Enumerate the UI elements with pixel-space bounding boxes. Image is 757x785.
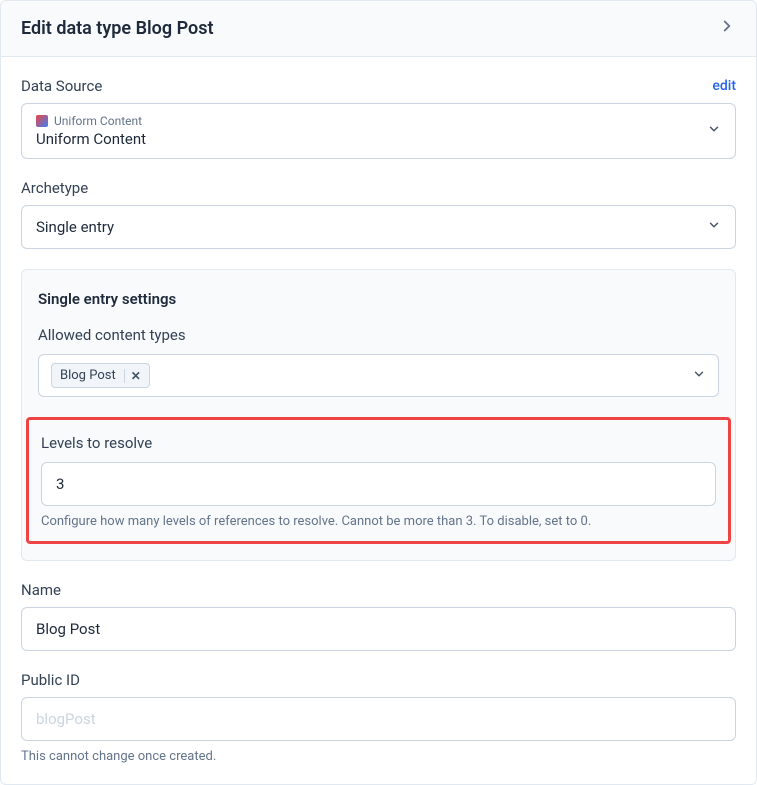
public-id-field: Public ID This cannot change once create… — [21, 671, 736, 764]
data-source-select[interactable]: Uniform Content Uniform Content — [21, 103, 736, 159]
name-field: Name — [21, 581, 736, 651]
data-source-provider: Uniform Content — [54, 114, 142, 128]
tag-remove-icon[interactable]: ✕ — [124, 369, 141, 383]
archetype-field: Archetype Single entry — [21, 179, 736, 249]
archetype-select[interactable]: Single entry — [21, 205, 736, 249]
chevron-down-icon — [692, 367, 706, 385]
tag-label: Blog Post — [60, 368, 116, 383]
allowed-types-label: Allowed content types — [38, 326, 719, 344]
data-source-label: Data Source — [21, 77, 102, 95]
name-label: Name — [21, 581, 61, 599]
public-id-label: Public ID — [21, 671, 80, 689]
uniform-icon — [36, 115, 48, 127]
public-id-help-text: This cannot change once created. — [21, 749, 736, 764]
levels-to-resolve-highlight: Levels to resolve Configure how many lev… — [26, 417, 731, 544]
levels-input[interactable] — [41, 462, 716, 506]
settings-title: Single entry settings — [38, 290, 719, 308]
allowed-types-select[interactable]: Blog Post ✕ — [38, 354, 719, 397]
panel-header: Edit data type Blog Post — [1, 1, 756, 57]
chevron-down-icon — [707, 218, 721, 236]
levels-label: Levels to resolve — [41, 434, 716, 452]
data-source-value: Uniform Content — [36, 130, 146, 148]
levels-help-text: Configure how many levels of references … — [41, 514, 716, 529]
name-input[interactable] — [21, 607, 736, 651]
panel-title: Edit data type Blog Post — [21, 18, 214, 39]
chevron-down-icon — [707, 122, 721, 140]
public-id-input[interactable] — [21, 697, 736, 741]
data-source-field: Data Source edit Uniform Content Uniform… — [21, 77, 736, 159]
archetype-value: Single entry — [36, 218, 114, 236]
chevron-right-icon[interactable] — [718, 17, 736, 40]
archetype-label: Archetype — [21, 179, 88, 197]
content-type-tag: Blog Post ✕ — [51, 363, 150, 388]
single-entry-settings: Single entry settings Allowed content ty… — [21, 269, 736, 561]
edit-data-source-link[interactable]: edit — [712, 78, 736, 94]
